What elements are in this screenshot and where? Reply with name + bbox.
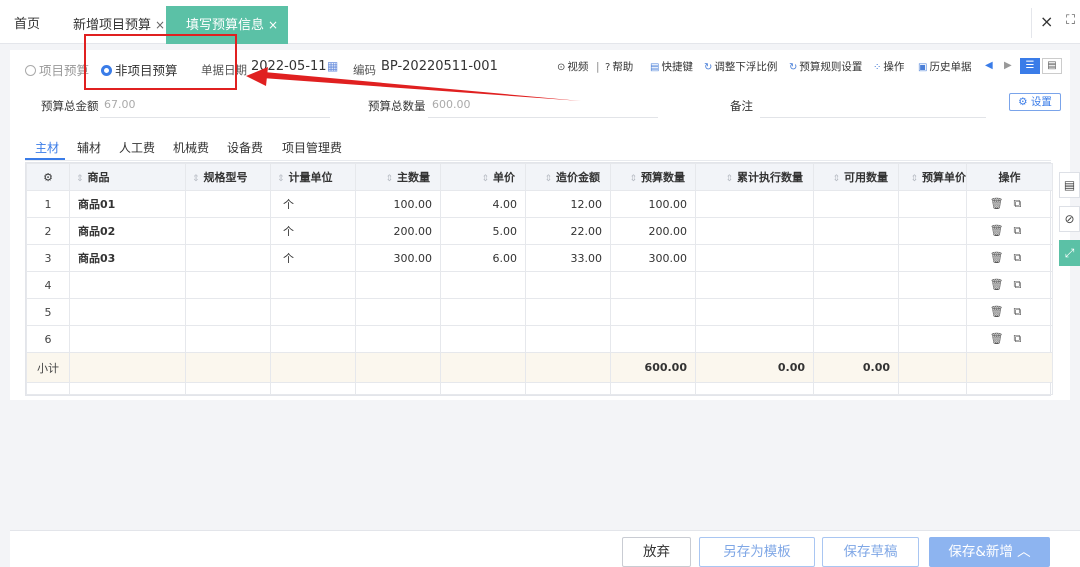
annotation-arrow <box>246 67 581 101</box>
app-root: 首页 新增项目预算 × 填写预算信息 × × ⛶ 项目预算 非项目预算 单据日期 2… <box>0 0 1080 567</box>
arrow-head <box>246 67 268 86</box>
arrow-shaft <box>262 72 581 101</box>
